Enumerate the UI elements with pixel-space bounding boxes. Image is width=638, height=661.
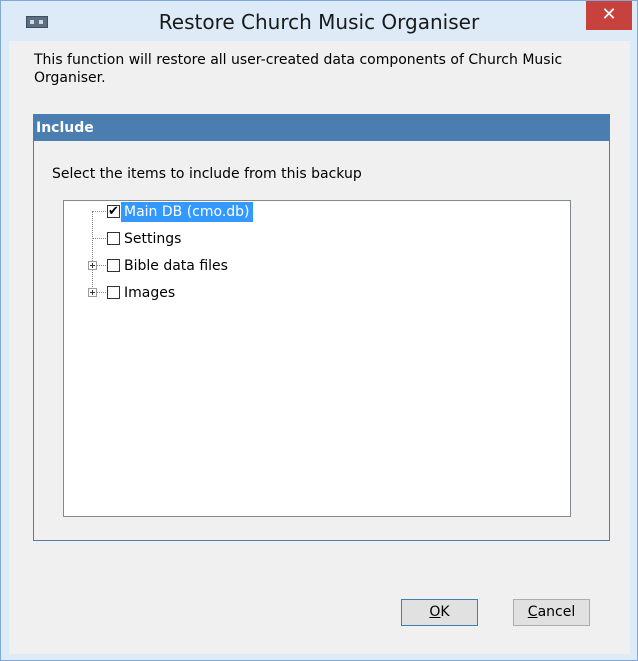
ok-mnemonic: O [429, 604, 441, 620]
dialog-content: This function will restore all user-crea… [9, 41, 630, 654]
checkbox-bible-data[interactable] [107, 259, 120, 272]
expand-plus-icon[interactable] [88, 288, 97, 297]
title-bar[interactable]: Restore Church Music Organiser ✕ [1, 1, 637, 41]
tree-connector-vertical [92, 211, 93, 293]
checkmark-icon: ✔ [108, 204, 119, 219]
checkbox-images[interactable] [107, 286, 120, 299]
ok-label-rest: K [440, 604, 450, 620]
ok-button[interactable]: OK [401, 599, 478, 626]
tree-item-settings[interactable]: Settings [64, 228, 564, 250]
checkbox-settings[interactable] [107, 232, 120, 245]
tree-item-label: Main DB (cmo.db) [121, 202, 253, 222]
tree-item-label: Images [124, 285, 176, 301]
tree-item-bible-data[interactable]: Bible data files [64, 255, 564, 277]
tree-item-main-db[interactable]: ✔ Main DB (cmo.db) [64, 201, 564, 223]
cancel-mnemonic: C [527, 604, 538, 620]
tree-item-images[interactable]: Images [64, 282, 564, 304]
include-group: Include Select the items to include from… [33, 114, 610, 541]
items-tree[interactable]: ✔ Main DB (cmo.db) Settings Bible data f… [63, 200, 571, 517]
tree-item-label: Bible data files [124, 258, 228, 274]
dialog-window: Restore Church Music Organiser ✕ This fu… [0, 0, 638, 661]
select-prompt: Select the items to include from this ba… [52, 166, 362, 182]
cancel-button[interactable]: Cancel [513, 599, 590, 626]
window-title: Restore Church Music Organiser [158, 10, 480, 34]
include-header: Include [34, 115, 609, 141]
expand-plus-icon[interactable] [88, 261, 97, 270]
cancel-label-rest: ancel [537, 604, 576, 620]
description-text: This function will restore all user-crea… [34, 52, 563, 86]
close-button[interactable]: ✕ [586, 1, 632, 30]
close-icon: ✕ [601, 4, 617, 25]
tree-item-label: Settings [124, 231, 182, 247]
checkbox-main-db[interactable]: ✔ [107, 205, 120, 218]
tape-icon [26, 16, 48, 28]
